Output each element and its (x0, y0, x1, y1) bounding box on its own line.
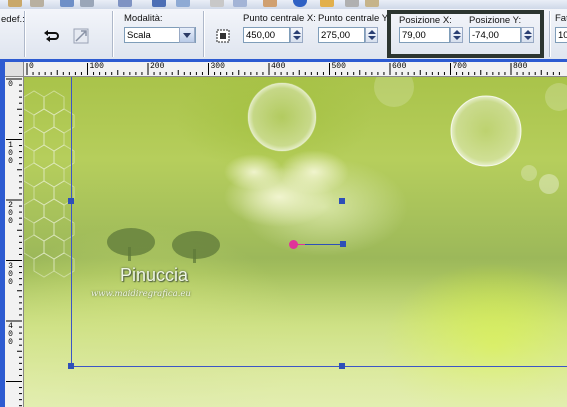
toolbar-icon-14[interactable] (365, 0, 379, 7)
center-y-value: 275,00 (321, 30, 351, 41)
ruler-left-label: 0 (8, 148, 13, 158)
watermark-name: Pinuccia (120, 265, 189, 285)
handle-bottom[interactable] (339, 363, 345, 369)
toolbar-separator (549, 11, 550, 57)
center-y-label: Punto centrale Y (318, 13, 389, 24)
cloud (279, 150, 349, 194)
center-icon[interactable] (214, 27, 232, 45)
toolbar-icon-1[interactable] (8, 0, 22, 7)
center-x-input[interactable]: 450,00 (243, 27, 290, 43)
ruler-corner (5, 62, 24, 77)
toolbar-icon-13[interactable] (345, 0, 359, 7)
handle-left[interactable] (68, 198, 74, 204)
fattore-label: Fat (555, 13, 567, 24)
mode-dropdown-arrow-icon[interactable] (179, 27, 195, 43)
ruler-top-label: 700 (452, 62, 467, 71)
ruler-left-label: 0 (8, 338, 13, 347)
watermark-url: www.maidiregrafica.eu (91, 289, 191, 299)
ruler-left-label: 1 (8, 140, 13, 150)
mode-label: Modalità: (124, 13, 163, 24)
toolbar-icon-3[interactable] (60, 0, 74, 7)
toolbar-icon-10[interactable] (263, 0, 277, 7)
center-y-spinner-icon[interactable] (365, 27, 378, 43)
toolbar-separator (24, 11, 25, 57)
toolbar-icon-5[interactable] (118, 0, 132, 7)
center-y-input[interactable]: 275,00 (318, 27, 365, 43)
toolbar-icon-2[interactable] (30, 0, 44, 7)
rotation-handle[interactable] (340, 241, 346, 247)
ruler-top-label: 800 (513, 62, 528, 71)
bubble (247, 82, 317, 152)
bubble (521, 165, 537, 181)
position-highlight-box (387, 10, 544, 58)
selection-bottom-edge (71, 366, 567, 367)
bubble (450, 95, 522, 167)
ruler-left-label: 0 (8, 330, 13, 339)
center-x-label: Punto centrale X: (243, 13, 316, 24)
ruler-top: 0 100 200 300 400 500 600 700 800 (5, 62, 567, 77)
ruler-top-label: 100 (89, 62, 104, 71)
hexagon-pattern (24, 90, 75, 278)
ruler-left-label: 0 (8, 269, 13, 279)
selection-left-edge (71, 77, 72, 366)
toolbar-separator (203, 11, 204, 57)
ruler-left-label: 0 (8, 209, 13, 218)
tool-options-bar: edef.: Modalità: Scala Punto centrale X:… (0, 9, 567, 60)
fattore-input[interactable]: 10 (555, 27, 567, 43)
ruler-top-label: 0 (29, 62, 34, 71)
pivot-arm (297, 244, 305, 245)
undo-redo-icon[interactable] (42, 27, 60, 45)
toolbar-icon-7[interactable] (176, 0, 190, 7)
toolbar-icon-12[interactable] (320, 0, 334, 7)
toolbar-icon-6[interactable] (152, 0, 166, 7)
toolbar-icon-8[interactable] (210, 0, 224, 7)
image-canvas[interactable]: Pinuccia www.maidiregrafica.eu (24, 77, 567, 407)
preset-label: edef.: (1, 14, 25, 25)
bubble (545, 83, 567, 111)
handle-center[interactable] (339, 198, 345, 204)
ruler-left-label: 0 (8, 80, 13, 89)
ruler-left-label: 0 (8, 217, 13, 226)
ruler-left-label: 3 (8, 261, 13, 271)
info-icon[interactable] (293, 0, 307, 7)
handle-bottom-left[interactable] (68, 363, 74, 369)
cloud (224, 154, 284, 190)
fattore-value: 10 (558, 30, 567, 41)
bubble (539, 174, 559, 194)
mode-value: Scala (127, 30, 151, 41)
ruler-top-label: 400 (271, 62, 286, 71)
center-x-value: 450,00 (246, 30, 276, 41)
ruler-left-label: 2 (8, 201, 13, 210)
reset-icon[interactable] (72, 27, 90, 45)
toolbar-separator (112, 11, 113, 57)
trees-illustration (107, 228, 220, 263)
ruler-top-label: 500 (331, 62, 346, 71)
bubble (374, 77, 414, 107)
ruler-top-label: 200 (150, 62, 165, 71)
ruler-left-label: 0 (8, 156, 13, 166)
toolbar-icon-9[interactable] (233, 0, 247, 7)
ruler-left-label: 0 (8, 277, 13, 287)
ruler-left-ticks (6, 78, 22, 407)
center-x-spinner-icon[interactable] (290, 27, 303, 43)
ruler-left-label: 4 (8, 322, 13, 331)
toolbar-icon-4[interactable] (80, 0, 94, 7)
ruler-left: 0100200300400 (5, 76, 24, 407)
ruler-top-label: 300 (210, 62, 225, 71)
ruler-top-label: 600 (392, 62, 407, 71)
